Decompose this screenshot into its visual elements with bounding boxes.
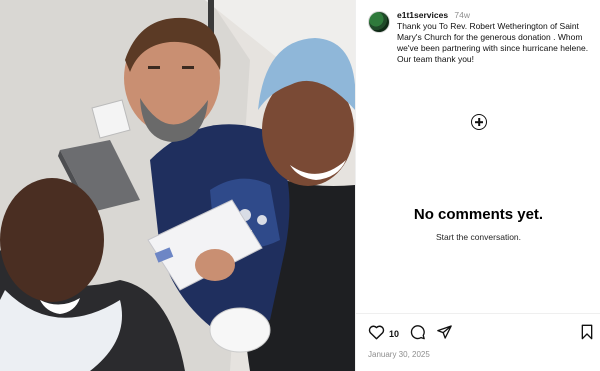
post-photo[interactable] xyxy=(0,0,355,371)
caption-text: Thank you To Rev. Robert Wetherington of… xyxy=(397,21,589,64)
avatar[interactable] xyxy=(368,11,390,33)
send-icon[interactable] xyxy=(436,324,453,340)
action-bar: 10 xyxy=(368,324,594,344)
post-time[interactable]: 74w xyxy=(454,10,470,20)
bookmark-icon[interactable] xyxy=(580,324,594,340)
add-circle-icon[interactable] xyxy=(471,114,487,130)
caption-row: e1t1services 74w Thank you To Rev. Rober… xyxy=(368,10,596,65)
start-conversation-text: Start the conversation. xyxy=(435,232,522,242)
divider xyxy=(356,313,600,314)
like-count[interactable]: 10 xyxy=(389,329,399,339)
photo-illustration xyxy=(0,0,355,371)
username-link[interactable]: e1t1services xyxy=(397,10,448,20)
heart-icon[interactable] xyxy=(368,324,385,340)
post-side-panel: e1t1services 74w Thank you To Rev. Rober… xyxy=(355,0,600,371)
post-caption: e1t1services 74w Thank you To Rev. Rober… xyxy=(397,10,596,65)
no-comments-title: No comments yet. xyxy=(413,206,544,223)
post-date: January 30, 2025 xyxy=(368,350,430,359)
comment-icon[interactable] xyxy=(409,324,426,340)
